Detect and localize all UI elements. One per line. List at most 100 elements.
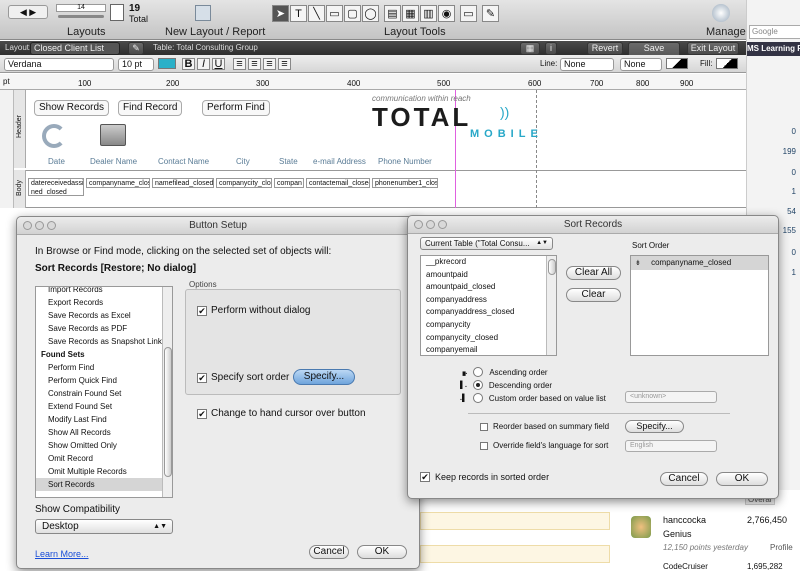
field-list-item[interactable]: companyemail	[421, 344, 556, 355]
minimize-window-icon[interactable]	[426, 220, 435, 229]
command-item[interactable]: Omit Record	[36, 452, 172, 465]
descending-row[interactable]: ▌. Descending order	[460, 380, 552, 390]
specify-summary-button[interactable]: Specify...	[625, 420, 684, 433]
next-user-name[interactable]: CodeCruiser	[663, 562, 708, 571]
layout-field[interactable]: compan	[274, 178, 304, 188]
sort-order-item[interactable]: ⇟ companyname_closed	[631, 256, 768, 270]
google-search-field[interactable]: Google	[749, 25, 800, 39]
specify-button[interactable]: Specify...	[293, 369, 355, 385]
language-selector[interactable]: English	[625, 440, 717, 452]
sidebar-number[interactable]: 0	[792, 248, 796, 257]
table-selector[interactable]: Current Table ("Total Consu... ▲▼	[420, 237, 553, 250]
chart-tool-icon[interactable]: ▥	[420, 5, 437, 22]
command-item[interactable]: Extend Found Set	[36, 400, 172, 413]
field-tool-icon[interactable]: ▤	[384, 5, 401, 22]
rectangle-tool-icon[interactable]: ▭	[326, 5, 343, 22]
field-list-item[interactable]: companyaddress_closed	[421, 306, 556, 319]
zoom-window-icon[interactable]	[47, 221, 56, 230]
reorder-summary-row[interactable]: Reorder based on summary field	[480, 422, 609, 431]
command-item[interactable]: Perform Quick Find	[36, 374, 172, 387]
body-part-tab[interactable]: Body	[14, 170, 26, 208]
command-item[interactable]: Show Omitted Only	[36, 439, 172, 452]
field-list-item[interactable]: companycity	[421, 319, 556, 332]
sidebar-number[interactable]: 0	[792, 127, 796, 136]
show-records-layout-button[interactable]: Show Records	[34, 100, 110, 116]
portal-tool-icon[interactable]: ▦	[402, 5, 419, 22]
manage-icon[interactable]	[712, 4, 730, 22]
line-tool-icon[interactable]: ╲	[308, 5, 325, 22]
layout-field[interactable]: namefilead_closed	[152, 178, 214, 188]
printer-icon[interactable]	[100, 124, 126, 146]
sidebar-number[interactable]: 155	[783, 226, 796, 235]
new-layout-button[interactable]: New Layout / Report	[165, 26, 265, 38]
avatar[interactable]	[631, 516, 651, 538]
ascending-row[interactable]: ▗. Ascending order	[460, 367, 548, 377]
info-icon[interactable]: i	[545, 42, 557, 55]
keep-sorted-checkbox[interactable]: ✔	[420, 472, 430, 482]
learn-more-link[interactable]: Learn More...	[35, 549, 89, 559]
record-number-field[interactable]: 14	[56, 4, 106, 12]
field-list-scrollbar[interactable]	[546, 256, 556, 355]
command-item[interactable]: Perform Find	[36, 361, 172, 374]
override-language-checkbox[interactable]	[480, 441, 488, 450]
command-list-scrollbar[interactable]	[162, 287, 172, 497]
command-item[interactable]: Modify Last Find	[36, 413, 172, 426]
exit-layout-button[interactable]: Exit Layout	[687, 42, 739, 55]
field-list-item[interactable]: __pkrecord	[421, 256, 556, 269]
layout-field[interactable]: companycity_clos	[216, 178, 272, 188]
reorder-summary-checkbox[interactable]	[480, 422, 488, 431]
header-part-tab[interactable]: Header	[14, 90, 26, 168]
manage-button[interactable]: Manage	[706, 26, 746, 38]
find-record-layout-button[interactable]: Find Record	[118, 100, 183, 116]
close-window-icon[interactable]	[414, 220, 423, 229]
font-selector[interactable]: Verdana	[4, 58, 114, 71]
command-item[interactable]: Save Records as Excel	[36, 309, 172, 322]
sort-cancel-button[interactable]: Cancel	[660, 472, 708, 486]
underline-icon[interactable]: U	[212, 58, 225, 70]
clear-all-button[interactable]: Clear All	[566, 266, 621, 280]
sidebar-number[interactable]: 54	[787, 207, 796, 216]
hand-cursor-checkbox[interactable]: ✔	[197, 408, 207, 419]
record-nav-arrows[interactable]: ◀ ▶	[8, 5, 48, 19]
command-item[interactable]: Constrain Found Set	[36, 387, 172, 400]
override-language-row[interactable]: Override field's language for sort	[480, 441, 608, 450]
format-painter-icon[interactable]: ✎	[482, 5, 499, 22]
rounded-rect-tool-icon[interactable]: ▢	[344, 5, 361, 22]
layout-field[interactable]: contactemail_closed	[306, 178, 370, 188]
descending-radio[interactable]	[472, 380, 483, 390]
sidebar-number[interactable]: 199	[783, 147, 796, 156]
new-layout-icon[interactable]	[195, 5, 211, 21]
refresh-icon[interactable]	[42, 124, 66, 148]
command-item[interactable]: Save Records as PDF	[36, 322, 172, 335]
custom-order-radio[interactable]	[472, 393, 483, 403]
field-list-item[interactable]: companyaddress	[421, 294, 556, 307]
cancel-button[interactable]: Cancel	[309, 545, 349, 559]
line-color-swatch[interactable]	[666, 58, 688, 69]
align-right-icon[interactable]: ≡	[263, 58, 276, 70]
size-selector[interactable]: 10 pt	[118, 58, 154, 71]
command-item[interactable]: Export Records	[36, 296, 172, 309]
line-width-selector[interactable]: None	[620, 58, 662, 71]
bold-icon[interactable]: B	[182, 58, 195, 70]
command-item[interactable]: Save Records as Snapshot Link	[36, 335, 172, 348]
layout-field[interactable]: phonenumber1_clos	[372, 178, 438, 188]
sidebar-number[interactable]: 0	[792, 168, 796, 177]
align-justify-icon[interactable]: ≡	[278, 58, 291, 70]
ok-button[interactable]: OK	[357, 545, 407, 559]
text-color-swatch[interactable]	[158, 58, 176, 69]
field-list-item[interactable]: companycity_closed	[421, 332, 556, 345]
user-name[interactable]: hanccocka	[663, 515, 706, 525]
ascending-radio[interactable]	[473, 367, 484, 377]
record-slider[interactable]	[58, 15, 104, 18]
command-item[interactable]: Import Records	[36, 287, 172, 296]
command-item[interactable]: Omit Multiple Records	[36, 465, 172, 478]
command-list[interactable]: Import Records Export Records Save Records…	[35, 286, 173, 498]
layout-selector[interactable]: Closed Client List	[30, 42, 120, 55]
hand-cursor-row[interactable]: ✔ Change to hand cursor over button	[197, 408, 366, 419]
perform-find-layout-button[interactable]: Perform Find	[202, 100, 270, 116]
profile-link[interactable]: Profile	[770, 543, 793, 552]
perform-without-dialog-row[interactable]: ✔ Perform without dialog	[197, 305, 311, 316]
sort-order-list[interactable]: ⇟ companyname_closed	[630, 255, 769, 356]
custom-order-row[interactable]: .▌ Custom order based on value list	[460, 393, 606, 403]
sidebar-number[interactable]: 1	[792, 268, 796, 277]
